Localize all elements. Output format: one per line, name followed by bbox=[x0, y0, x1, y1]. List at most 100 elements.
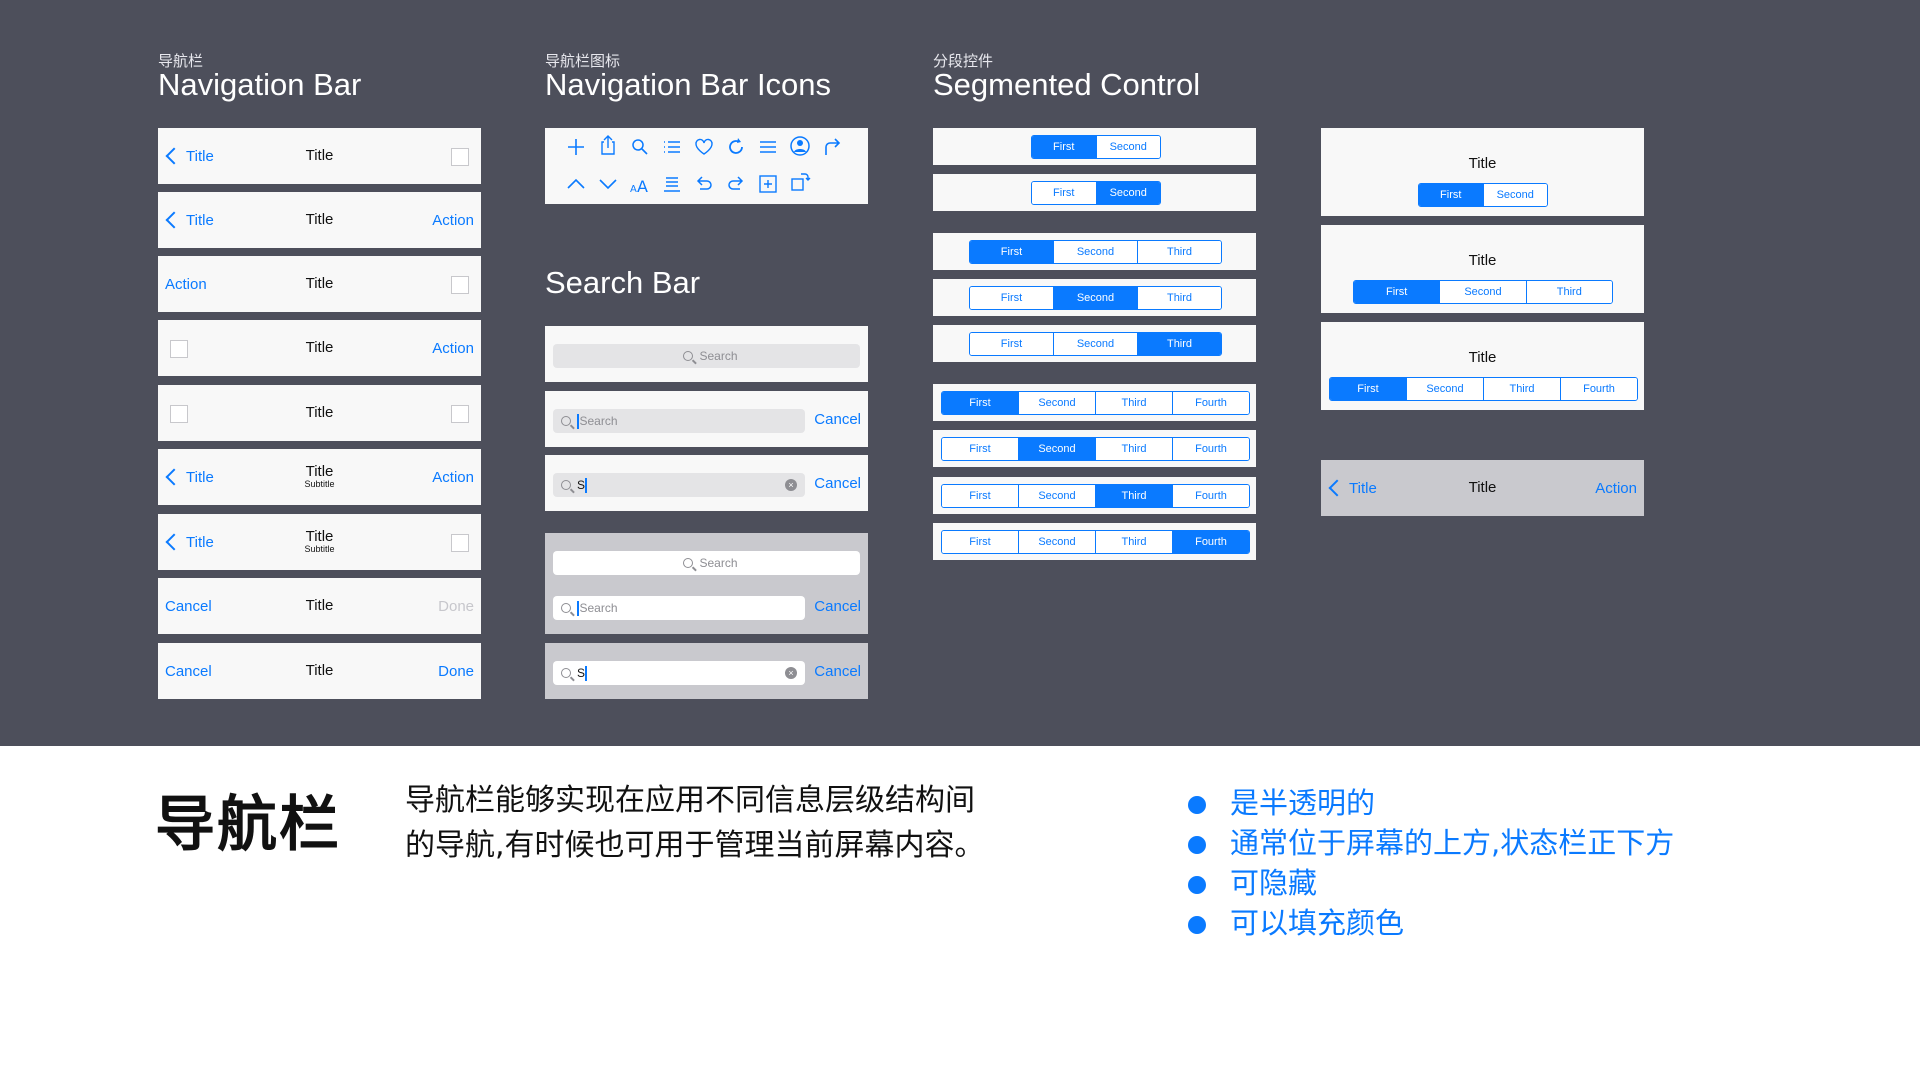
action-button[interactable]: Action bbox=[1595, 460, 1637, 516]
segmented-four-box: First Second Third Fourth bbox=[933, 523, 1256, 560]
reply-icon[interactable] bbox=[821, 136, 843, 158]
search-icon bbox=[561, 480, 571, 490]
add-icon[interactable] bbox=[565, 136, 587, 158]
search-input[interactable]: Search bbox=[553, 409, 805, 433]
segmented-control: First Second Third Fourth bbox=[1329, 377, 1638, 401]
segment-first[interactable]: First bbox=[970, 241, 1053, 263]
segment-second[interactable]: Second bbox=[1095, 136, 1160, 158]
refresh-icon[interactable] bbox=[725, 136, 747, 158]
cancel-button[interactable]: Cancel bbox=[814, 391, 861, 447]
search-icon[interactable] bbox=[629, 136, 651, 158]
cancel-button[interactable]: Cancel bbox=[814, 643, 861, 699]
clear-icon[interactable]: × bbox=[785, 667, 797, 679]
segment-second[interactable]: Second bbox=[1439, 281, 1526, 303]
bookmarks-icon[interactable] bbox=[661, 173, 683, 195]
segment-first[interactable]: First bbox=[1032, 136, 1096, 158]
clear-icon[interactable]: × bbox=[785, 479, 797, 491]
cancel-button[interactable]: Cancel bbox=[814, 578, 861, 634]
bullet-dot-icon bbox=[1188, 916, 1206, 934]
chevron-down-icon[interactable] bbox=[597, 173, 619, 195]
segment-first[interactable]: First bbox=[1354, 281, 1440, 303]
segment-fourth[interactable]: Fourth bbox=[1172, 531, 1249, 553]
nav-subtitle: Subtitle bbox=[304, 544, 335, 555]
action-button[interactable]: Action bbox=[432, 449, 474, 505]
placeholder-icon[interactable] bbox=[451, 276, 469, 294]
segment-second[interactable]: Second bbox=[1482, 184, 1547, 206]
search-input[interactable]: Search bbox=[553, 551, 860, 575]
segmented-control: First Second Third bbox=[969, 240, 1222, 264]
segmented-control: First Second Third Fourth bbox=[941, 530, 1250, 554]
text-size-icon[interactable]: AA bbox=[629, 173, 651, 195]
placeholder-icon[interactable] bbox=[451, 148, 469, 166]
list-icon[interactable] bbox=[661, 136, 683, 158]
cancel-button[interactable]: Cancel bbox=[814, 455, 861, 511]
segment-third[interactable]: Third bbox=[1137, 241, 1221, 263]
segment-first[interactable]: First bbox=[1330, 378, 1406, 400]
segment-first[interactable]: First bbox=[942, 438, 1018, 460]
segment-third[interactable]: Third bbox=[1095, 392, 1172, 414]
placeholder-icon[interactable] bbox=[451, 405, 469, 423]
segment-third[interactable]: Third bbox=[1095, 531, 1172, 553]
segment-fourth[interactable]: Fourth bbox=[1560, 378, 1637, 400]
segment-second[interactable]: Second bbox=[1406, 378, 1483, 400]
segmented-two-box: First Second bbox=[933, 174, 1256, 211]
segment-second[interactable]: Second bbox=[1053, 287, 1137, 309]
segment-third[interactable]: Third bbox=[1483, 378, 1560, 400]
search-icon bbox=[561, 416, 571, 426]
search-bar-typing: S × Cancel bbox=[545, 455, 868, 511]
segment-first[interactable]: First bbox=[942, 485, 1018, 507]
heart-icon[interactable] bbox=[693, 136, 715, 158]
bullet-dot-icon bbox=[1188, 796, 1206, 814]
segment-second[interactable]: Second bbox=[1018, 531, 1095, 553]
segment-first[interactable]: First bbox=[1032, 182, 1096, 204]
search-bar-focused: Search Cancel bbox=[545, 391, 868, 447]
search-section-title: Search Bar bbox=[545, 265, 701, 300]
rotate-icon[interactable] bbox=[789, 171, 811, 193]
undo-icon[interactable] bbox=[693, 173, 715, 195]
segment-fourth[interactable]: Fourth bbox=[1172, 485, 1249, 507]
nav-title: Title bbox=[1468, 478, 1497, 496]
redo-icon[interactable] bbox=[725, 173, 747, 195]
search-input[interactable]: Search bbox=[553, 596, 805, 620]
segment-first[interactable]: First bbox=[942, 392, 1018, 414]
segmented-control: First Second Third bbox=[1353, 280, 1613, 304]
menu-icon[interactable] bbox=[757, 136, 779, 158]
segment-third[interactable]: Third bbox=[1137, 333, 1221, 355]
description-line: 导航栏能够实现在应用不同信息层级结构间 bbox=[405, 783, 975, 818]
segment-first[interactable]: First bbox=[942, 531, 1018, 553]
segment-first[interactable]: First bbox=[1419, 184, 1483, 206]
segment-second[interactable]: Second bbox=[1018, 438, 1095, 460]
list-item: 通常位于屏幕的上方,状态栏正下方 bbox=[1188, 823, 1674, 863]
nav-title: Title bbox=[305, 338, 334, 356]
segment-first[interactable]: First bbox=[970, 287, 1053, 309]
bullet-dot-icon bbox=[1188, 876, 1206, 894]
segment-fourth[interactable]: Fourth bbox=[1172, 438, 1249, 460]
search-input[interactable]: S × bbox=[553, 661, 805, 685]
segment-third[interactable]: Third bbox=[1095, 485, 1172, 507]
segmented-control: First Second bbox=[1418, 183, 1548, 207]
action-button[interactable]: Action bbox=[432, 320, 474, 376]
share-icon[interactable] bbox=[597, 134, 619, 156]
placeholder-icon[interactable] bbox=[451, 534, 469, 552]
search-input[interactable]: S × bbox=[553, 473, 805, 497]
contact-icon[interactable] bbox=[789, 135, 811, 157]
compose-icon[interactable] bbox=[757, 173, 779, 195]
text-caret bbox=[577, 600, 579, 616]
search-input[interactable]: Search bbox=[553, 344, 860, 368]
done-button-disabled[interactable]: Done bbox=[438, 578, 474, 634]
segment-first[interactable]: First bbox=[970, 333, 1053, 355]
action-button[interactable]: Action bbox=[432, 192, 474, 248]
segment-fourth[interactable]: Fourth bbox=[1172, 392, 1249, 414]
segment-second[interactable]: Second bbox=[1018, 485, 1095, 507]
chevron-up-icon[interactable] bbox=[565, 173, 587, 195]
search-bar-focused-tinted: Search Cancel bbox=[545, 578, 868, 634]
segment-second[interactable]: Second bbox=[1018, 392, 1095, 414]
segment-second[interactable]: Second bbox=[1053, 333, 1137, 355]
segment-second[interactable]: Second bbox=[1095, 182, 1160, 204]
segment-second[interactable]: Second bbox=[1053, 241, 1137, 263]
done-button[interactable]: Done bbox=[438, 643, 474, 699]
text-caret bbox=[585, 477, 587, 493]
segment-third[interactable]: Third bbox=[1137, 287, 1221, 309]
segment-third[interactable]: Third bbox=[1095, 438, 1172, 460]
segment-third[interactable]: Third bbox=[1525, 281, 1612, 303]
